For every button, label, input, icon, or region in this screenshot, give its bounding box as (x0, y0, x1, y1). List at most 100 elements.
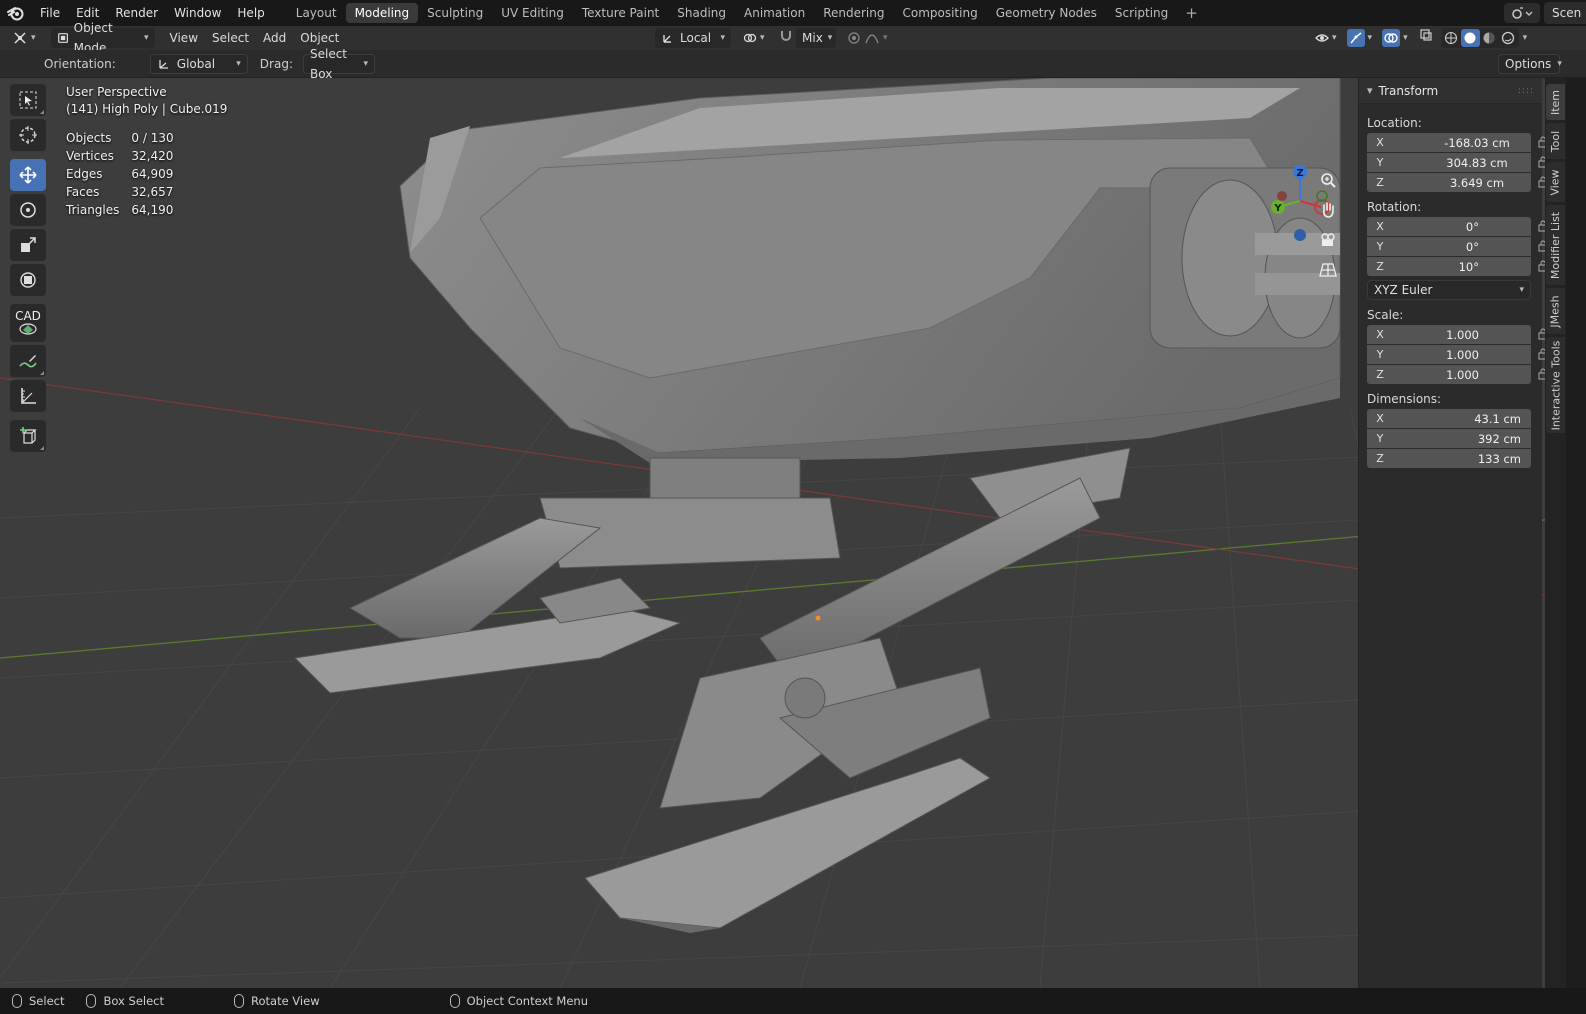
cursor-tool[interactable] (10, 119, 46, 151)
tab-interactive-tools[interactable]: Interactive Tools (1546, 337, 1565, 433)
menu-help[interactable]: Help (229, 0, 272, 26)
mouse-right-icon (449, 994, 460, 1008)
dimension-y-field[interactable]: Y 392 cm (1367, 429, 1531, 448)
scale-y-field[interactable]: Y 1.000 (1367, 345, 1548, 364)
tab-compositing[interactable]: Compositing (893, 3, 986, 23)
rotation-x-field[interactable]: X 0° (1367, 217, 1548, 236)
mode-dropdown[interactable]: Object Mode ▾ (50, 21, 155, 55)
transform-tool[interactable] (10, 264, 46, 296)
options-dropdown[interactable]: Options ▾ (1498, 53, 1562, 74)
tab-view-label: View (1549, 168, 1563, 196)
location-y-field[interactable]: Y 304.83 cm (1367, 153, 1548, 172)
pivot-point-button[interactable]: ▾ (736, 28, 772, 48)
wireframe-shading-icon[interactable] (1442, 29, 1461, 47)
pan-hand-icon[interactable] (1314, 196, 1342, 224)
blender-logo-icon[interactable] (0, 0, 32, 26)
menu-window[interactable]: Window (166, 0, 229, 26)
tab-sculpting[interactable]: Sculpting (418, 3, 492, 23)
tab-modifier-list[interactable]: Modifier List (1546, 205, 1565, 285)
camera-icon[interactable] (1314, 226, 1342, 254)
location-x-field[interactable]: X -168.03 cm (1367, 133, 1548, 152)
falloff-icon (865, 34, 879, 44)
rotation-x-value: 0° (1465, 219, 1479, 234)
measure-tool[interactable] (10, 380, 46, 412)
options-label: Options (1505, 56, 1552, 71)
scale-tool[interactable] (10, 229, 46, 261)
overlays-toggle[interactable]: ▾ (1379, 28, 1411, 48)
annotate-icon (19, 355, 37, 368)
tab-shading[interactable]: Shading (668, 3, 735, 23)
tab-layout[interactable]: Layout (287, 3, 346, 23)
tab-interactive-tools-label: Interactive Tools (1549, 340, 1563, 430)
rendered-shading-icon[interactable] (1499, 29, 1518, 47)
perspective-grid-icon[interactable] (1314, 256, 1342, 284)
menu-view[interactable]: View (163, 28, 205, 48)
snap-mode-dropdown[interactable]: Mix ▾ (796, 28, 836, 48)
tab-tool[interactable]: Tool (1546, 123, 1565, 159)
stat-row: Faces 32,657 (66, 184, 186, 202)
shading-mode-group (1440, 28, 1519, 48)
tab-texture-paint[interactable]: Texture Paint (573, 3, 668, 23)
scale-x-field[interactable]: X 1.000 (1367, 325, 1548, 344)
gizmo-z-label: Z (1296, 168, 1303, 179)
proportional-edit-button[interactable]: ▾ (840, 28, 895, 48)
tab-geometry-nodes[interactable]: Geometry Nodes (987, 3, 1106, 23)
tab-view[interactable]: View (1546, 162, 1565, 202)
tab-rendering[interactable]: Rendering (814, 3, 893, 23)
dimension-z-field[interactable]: Z 133 cm (1367, 449, 1531, 468)
scene-name[interactable]: Scen (1544, 2, 1586, 24)
zoom-icon[interactable] (1314, 166, 1342, 194)
neg-x-axis-icon[interactable] (1277, 191, 1287, 201)
stat-value: 32,657 (131, 185, 174, 199)
cad-icon (19, 323, 37, 335)
tab-scripting[interactable]: Scripting (1106, 3, 1177, 23)
workspace-tabs: Layout Modeling Sculpting UV Editing Tex… (287, 0, 1206, 26)
shading-options-chevron-icon[interactable]: ▾ (1523, 33, 1528, 43)
neg-z-axis-icon[interactable] (1294, 229, 1306, 241)
move-icon (19, 166, 37, 184)
drag-dropdown[interactable]: Select Box ▾ (302, 47, 375, 81)
select-box-tool[interactable] (10, 84, 46, 116)
transform-orientation-dropdown[interactable]: Local ▾ (655, 28, 731, 48)
object-mode-icon (57, 33, 68, 43)
material-shading-icon[interactable] (1480, 29, 1499, 47)
location-z-field[interactable]: Z 3.649 cm (1367, 173, 1548, 192)
chevron-down-icon: ▾ (1557, 58, 1562, 69)
gizmo-toggle[interactable]: ▾ (1344, 28, 1376, 48)
menu-select[interactable]: Select (205, 28, 256, 48)
tab-item-label: Item (1549, 89, 1563, 115)
tab-modeling[interactable]: Modeling (345, 3, 419, 23)
annotate-tool[interactable] (10, 345, 46, 377)
scene-browse-button[interactable] (1504, 3, 1540, 23)
tab-jmesh[interactable]: JMesh (1546, 288, 1565, 334)
add-cube-tool[interactable] (10, 420, 46, 452)
3d-viewport[interactable]: Z Y (0, 78, 1566, 988)
tab-item[interactable]: Item (1546, 84, 1565, 120)
viewport-overlays-group: ▾ ▾ ▾ ▾ (1312, 28, 1527, 48)
rotation-mode-dropdown[interactable]: XYZ Euler ▾ (1367, 280, 1531, 300)
rotate-tool[interactable] (10, 194, 46, 226)
visibility-button[interactable]: ▾ (1312, 28, 1340, 48)
dimension-x-field[interactable]: X 43.1 cm (1367, 409, 1531, 428)
tab-uv-editing[interactable]: UV Editing (492, 3, 573, 23)
editor-type-button[interactable]: ▾ (6, 28, 43, 48)
stat-label: Triangles (66, 203, 120, 217)
rotation-z-field[interactable]: Z 10° (1367, 257, 1548, 276)
orientation-dropdown[interactable]: Global ▾ (149, 53, 248, 74)
move-tool[interactable] (10, 159, 46, 191)
scale-z-value: 1.000 (1446, 367, 1479, 382)
cad-tool[interactable]: CAD (10, 304, 46, 342)
scale-z-field[interactable]: Z 1.000 (1367, 365, 1548, 384)
rotation-y-field[interactable]: Y 0° (1367, 237, 1548, 256)
chevron-down-icon: ▾ (1519, 285, 1524, 295)
add-workspace-button[interactable]: + (1177, 4, 1206, 22)
chevron-down-icon: ▾ (883, 33, 888, 43)
tool-settings-bar: Orientation: Global ▾ Drag: Select Box ▾… (0, 47, 1586, 81)
solid-shading-icon[interactable] (1460, 29, 1480, 47)
menu-file[interactable]: File (32, 0, 68, 26)
tab-animation[interactable]: Animation (735, 3, 814, 23)
menu-add[interactable]: Add (256, 28, 293, 48)
transform-panel-header[interactable]: ▾ Transform :::: (1359, 78, 1542, 104)
xray-toggle[interactable] (1415, 28, 1437, 48)
drag-handle-icon[interactable]: :::: (1518, 86, 1534, 96)
